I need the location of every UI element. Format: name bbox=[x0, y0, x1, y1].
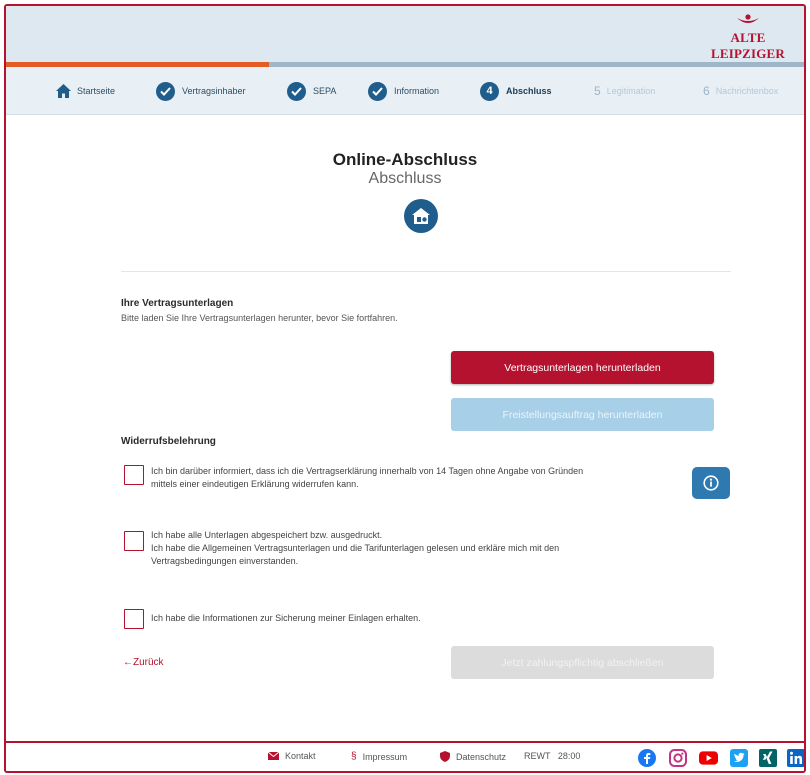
step-navigation: Startseite Vertragsinhaber SEPA Informat… bbox=[6, 67, 804, 115]
documents-saved-checkbox[interactable] bbox=[124, 531, 144, 551]
header: ALTE LEIPZIGER bbox=[6, 6, 804, 62]
page-title: Online-Abschluss bbox=[332, 150, 478, 169]
download-contract-button[interactable]: Vertragsunterlagen herunterladen bbox=[451, 351, 714, 384]
check-circle-icon bbox=[287, 81, 306, 101]
step-label: SEPA bbox=[313, 86, 337, 96]
step-label: Nachrichtenbox bbox=[715, 86, 779, 96]
logo-mark-icon bbox=[737, 14, 759, 23]
footer-privacy-label: Datenschutz bbox=[456, 751, 507, 762]
step-legitimation: 5 Legitimation bbox=[594, 67, 655, 115]
shield-icon bbox=[440, 751, 450, 762]
instagram-icon[interactable] bbox=[668, 748, 687, 767]
deposit-info-checkbox-label: Ich habe die Informationen zur Sicherung… bbox=[151, 612, 421, 625]
footer-contact-link[interactable]: Kontakt bbox=[268, 751, 316, 761]
step-nachrichtenbox: 6 Nachrichtenbox bbox=[703, 67, 778, 115]
documents-heading: Ihre Vertragsunterlagen bbox=[121, 298, 234, 309]
xing-icon[interactable] bbox=[758, 748, 777, 767]
step-startseite[interactable]: Startseite bbox=[56, 67, 115, 115]
check-circle-icon bbox=[156, 81, 175, 101]
mail-icon bbox=[268, 752, 279, 760]
brand-name: ALTE LEIPZIGER bbox=[710, 30, 786, 61]
label-line: Ich habe die Informationen zur Sicherung… bbox=[151, 613, 421, 623]
session-timer: REWT 28:00 bbox=[524, 751, 580, 761]
step-vertragsinhaber[interactable]: Vertragsinhaber bbox=[156, 67, 246, 115]
youtube-icon[interactable] bbox=[699, 748, 718, 767]
step-number: 6 bbox=[703, 84, 710, 98]
label-line: Ich habe alle Unterlagen abgespeichert b… bbox=[151, 530, 383, 540]
footer-imprint-label: Impressum bbox=[362, 751, 408, 762]
deposit-info-checkbox[interactable] bbox=[124, 609, 144, 629]
document-house-icon bbox=[404, 199, 438, 233]
linkedin-icon[interactable] bbox=[786, 748, 804, 767]
page-subtitle: Abschluss bbox=[368, 170, 442, 187]
step-label: Legitimation bbox=[606, 86, 656, 96]
step-label: Startseite bbox=[77, 86, 116, 96]
withdrawal-checkbox-label: Ich bin darüber informiert, dass ich die… bbox=[151, 465, 583, 491]
footer: Kontakt § Impressum Datenschutz REWT 28:… bbox=[6, 741, 804, 771]
withdrawal-checkbox[interactable] bbox=[124, 465, 144, 485]
documents-text: Bitte laden Sie Ihre Vertragsunterlagen … bbox=[121, 313, 398, 323]
label-line: Ich habe die Allgemeinen Vertragsunterla… bbox=[151, 543, 560, 553]
submit-button[interactable]: Jetzt zahlungspflichtig abschließen bbox=[451, 646, 714, 679]
info-icon bbox=[703, 475, 719, 491]
step-information[interactable]: Information bbox=[368, 67, 439, 115]
download-exemption-button[interactable]: Freistellungsauftrag herunterladen bbox=[451, 398, 714, 431]
step-label: Abschluss bbox=[506, 86, 552, 96]
home-icon bbox=[56, 84, 71, 98]
facebook-icon[interactable] bbox=[637, 748, 656, 767]
info-button[interactable] bbox=[692, 467, 730, 499]
rewt-label: REWT bbox=[524, 751, 551, 761]
session-time: 28:00 bbox=[557, 751, 581, 761]
label-line: mittels einer eindeutigen Erklärung wide… bbox=[151, 479, 359, 489]
check-circle-icon bbox=[368, 81, 387, 101]
step-abschluss[interactable]: 4 Abschluss bbox=[480, 67, 552, 115]
back-link[interactable]: ←Zurück bbox=[123, 657, 164, 668]
step-label: Vertragsinhaber bbox=[182, 86, 246, 96]
brand-logo[interactable]: ALTE LEIPZIGER bbox=[698, 14, 798, 62]
step-number-badge: 4 bbox=[480, 81, 499, 101]
label-line: Vertragsbedingungen einverstanden. bbox=[151, 556, 299, 566]
footer-privacy-link[interactable]: Datenschutz bbox=[440, 751, 506, 762]
section-divider bbox=[121, 271, 731, 272]
paragraph-icon: § bbox=[351, 751, 357, 762]
withdrawal-heading: Widerrufsbelehrung bbox=[121, 436, 216, 447]
step-sepa[interactable]: SEPA bbox=[287, 67, 336, 115]
step-label: Information bbox=[394, 86, 440, 96]
app-frame: ALTE LEIPZIGER Startseite Vertragsinhabe… bbox=[4, 4, 806, 773]
footer-contact-label: Kontakt bbox=[285, 751, 316, 761]
footer-imprint-link[interactable]: § Impressum bbox=[351, 751, 407, 762]
label-line: Ich bin darüber informiert, dass ich die… bbox=[151, 466, 584, 476]
documents-saved-checkbox-label: Ich habe alle Unterlagen abgespeichert b… bbox=[151, 529, 559, 568]
twitter-icon[interactable] bbox=[729, 748, 748, 767]
step-number: 5 bbox=[594, 84, 601, 98]
